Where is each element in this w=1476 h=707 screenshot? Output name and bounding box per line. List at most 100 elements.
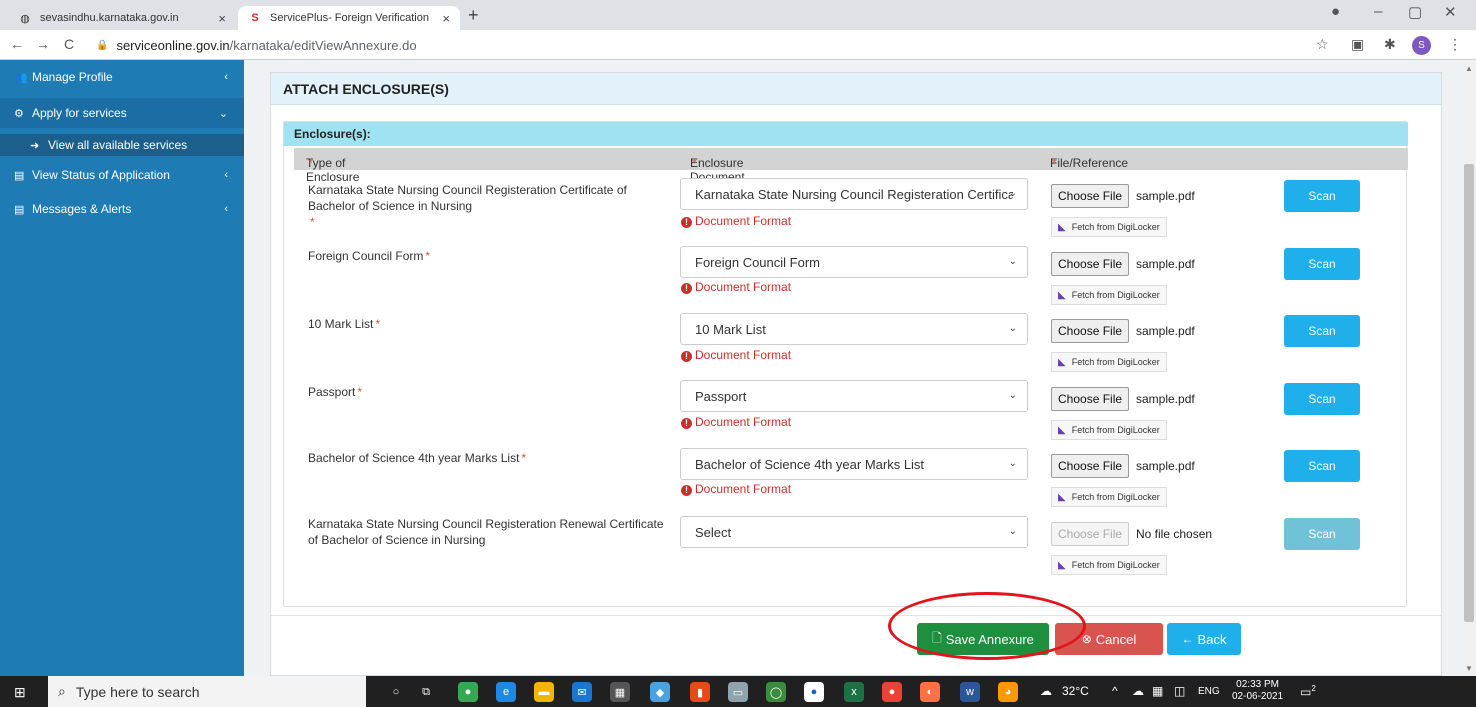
file-name: sample.pdf (1136, 324, 1195, 338)
chrome-icon[interactable]: ● (458, 682, 478, 702)
scan-button[interactable]: Scan (1284, 180, 1360, 212)
back-button[interactable]: ← Back (1167, 623, 1241, 655)
scan-button[interactable]: Scan (1284, 383, 1360, 415)
page-scrollbar[interactable]: ▲ ▼ (1462, 60, 1476, 676)
fetch-digilocker-button[interactable]: ◣ Fetch from DigiLocker (1051, 420, 1167, 440)
language-indicator[interactable]: ENG (1198, 686, 1220, 697)
tab-label: sevasindhu.karnataka.gov.in (40, 12, 179, 24)
fetch-digilocker-button[interactable]: ◣ Fetch from DigiLocker (1051, 555, 1167, 575)
document-format-link[interactable]: ! Document Format (681, 415, 791, 429)
attach-enclosures-card: ATTACH ENCLOSURE(S) Enclosure(s): Type o… (270, 72, 1442, 676)
chrome-profile-icon[interactable]: ● (882, 682, 902, 702)
task-view-icon[interactable]: ⧉ (416, 682, 436, 702)
mail-icon[interactable]: ✉ (572, 682, 592, 702)
chevron-down-icon: ⌄ (1008, 256, 1017, 267)
enclosure-document-select[interactable]: Karnataka State Nursing Council Register… (680, 178, 1028, 210)
choose-file-button[interactable]: Choose File (1051, 319, 1130, 343)
document-format-link[interactable]: ! Document Format (681, 214, 791, 228)
new-tab-icon[interactable]: + (468, 5, 479, 26)
scan-button[interactable]: Scan (1284, 248, 1360, 280)
close-icon[interactable]: × (442, 11, 450, 26)
windows-start-icon[interactable]: ⊞ (14, 684, 26, 701)
gears-icon: ⚙ (14, 107, 24, 120)
alert-icon: ! (681, 216, 692, 228)
back-arrow-icon[interactable]: ← (6, 36, 28, 52)
globe-icon: ◍ (20, 12, 30, 25)
scrollbar-thumb[interactable] (1464, 164, 1474, 622)
choose-file-button[interactable]: Choose File (1051, 184, 1130, 208)
window-close-icon[interactable]: ✕ (1444, 3, 1457, 21)
extension-pocket-icon[interactable]: ▣ (1351, 36, 1364, 53)
sidebar-item-manage-profile[interactable]: 👥 Manage Profile ‹ (0, 62, 244, 92)
enclosure-document-select[interactable]: Foreign Council Form ⌄ (680, 246, 1028, 278)
cloud-icon[interactable]: ☁ (1132, 684, 1144, 698)
star-icon[interactable]: ☆ (1316, 36, 1329, 53)
office-icon[interactable]: ▮ (690, 682, 710, 702)
alert-icon: ! (681, 484, 692, 496)
enclosure-type-label: Karnataka State Nursing Council Register… (308, 183, 627, 229)
taskbar-search-input[interactable]: ⌕ Type here to search (48, 676, 366, 707)
close-icon[interactable]: × (218, 11, 226, 26)
scroll-down-icon[interactable]: ▼ (1465, 664, 1473, 673)
fetch-digilocker-button[interactable]: ◣ Fetch from DigiLocker (1051, 285, 1167, 305)
word-icon[interactable]: w (960, 682, 980, 702)
document-app-icon[interactable]: ▭ (728, 682, 748, 702)
profile-dot-icon[interactable]: ● (1331, 3, 1340, 20)
browser-tab-bar: ◍ sevasindhu.karnataka.gov.in × S Servic… (0, 0, 1476, 30)
firefox-icon[interactable]: ◕ (998, 682, 1018, 702)
edge-icon[interactable]: e (496, 682, 516, 702)
scan-button[interactable]: Scan (1284, 518, 1360, 550)
enclosure-document-select[interactable]: Passport ⌄ (680, 380, 1028, 412)
circle-app-icon[interactable]: ◯ (766, 682, 786, 702)
forward-arrow-icon[interactable]: → (32, 36, 54, 52)
info-app-icon[interactable]: ● (804, 682, 824, 702)
choose-file-button[interactable]: Choose File (1051, 454, 1130, 478)
weather-icon[interactable]: ☁ (1040, 684, 1052, 698)
scan-button[interactable]: Scan (1284, 315, 1360, 347)
choose-file-button[interactable]: Choose File (1051, 252, 1130, 276)
document-format-link[interactable]: ! Document Format (681, 482, 791, 496)
file-explorer-icon[interactable]: ▬ (534, 682, 554, 702)
serviceplus-logo-icon: S (251, 12, 259, 24)
sidebar-item-view-all-services[interactable]: ➜ View all available services (0, 134, 244, 156)
browser-tab-sevasindhu[interactable]: ◍ sevasindhu.karnataka.gov.in × (8, 6, 236, 30)
taskbar-clock[interactable]: 02:33 PM 02-06-2021 (1232, 679, 1283, 703)
enclosure-document-select[interactable]: Select ⌄ (680, 516, 1028, 548)
scan-button[interactable]: Scan (1284, 450, 1360, 482)
document-format-link[interactable]: ! Document Format (681, 280, 791, 294)
url-field[interactable]: 🔒 serviceonline.gov.in /karnataka/editVi… (96, 34, 417, 56)
sidebar-item-apply-for-services[interactable]: ⚙ Apply for services ⌄ (0, 98, 244, 128)
cortana-icon[interactable]: ○ (386, 682, 406, 702)
sidebar-item-messages-alerts[interactable]: ▤ Messages & Alerts ‹ (0, 194, 244, 224)
document-format-link[interactable]: ! Document Format (681, 348, 791, 362)
choose-file-button[interactable]: Choose File (1051, 522, 1130, 546)
volume-icon[interactable]: ◫ (1174, 684, 1185, 698)
extensions-icon[interactable]: ✱ (1384, 36, 1396, 53)
browser-tab-serviceplus[interactable]: S ServicePlus- Foreign Verification × (238, 6, 460, 30)
choose-file-button[interactable]: Choose File (1051, 387, 1130, 411)
notification-icon[interactable]: ▭2 (1300, 684, 1316, 699)
sidebar-item-view-status[interactable]: ▤ View Status of Application ‹ (0, 160, 244, 190)
enclosure-document-select[interactable]: 10 Mark List ⌄ (680, 313, 1028, 345)
reload-icon[interactable]: C (58, 36, 80, 52)
profile-avatar[interactable]: S (1412, 36, 1431, 55)
orange-app-icon[interactable]: ◐ (920, 682, 940, 702)
enclosure-document-select[interactable]: Bachelor of Science 4th year Marks List ⌄ (680, 448, 1028, 480)
maximize-icon[interactable]: ▢ (1408, 3, 1422, 21)
sidebar-item-label: Apply for services (32, 106, 127, 120)
menu-dots-icon[interactable]: ⋮ (1448, 36, 1462, 53)
chevron-up-icon[interactable]: ^ (1112, 684, 1118, 698)
store-icon[interactable]: ▦ (610, 682, 630, 702)
fetch-digilocker-button[interactable]: ◣ Fetch from DigiLocker (1051, 217, 1167, 237)
highlight-annotation-ring (888, 592, 1086, 660)
fetch-digilocker-button[interactable]: ◣ Fetch from DigiLocker (1051, 352, 1167, 372)
fetch-digilocker-button[interactable]: ◣ Fetch from DigiLocker (1051, 487, 1167, 507)
search-icon: ⌕ (58, 683, 66, 699)
minimize-icon[interactable]: – (1374, 3, 1382, 20)
chevron-down-icon: ⌄ (1008, 458, 1017, 469)
network-icon[interactable]: ▦ (1152, 684, 1163, 698)
excel-icon[interactable]: x (844, 682, 864, 702)
weather-temp[interactable]: 32°C (1062, 684, 1089, 698)
app-icon[interactable]: ◆ (650, 682, 670, 702)
scroll-up-icon[interactable]: ▲ (1465, 64, 1473, 73)
